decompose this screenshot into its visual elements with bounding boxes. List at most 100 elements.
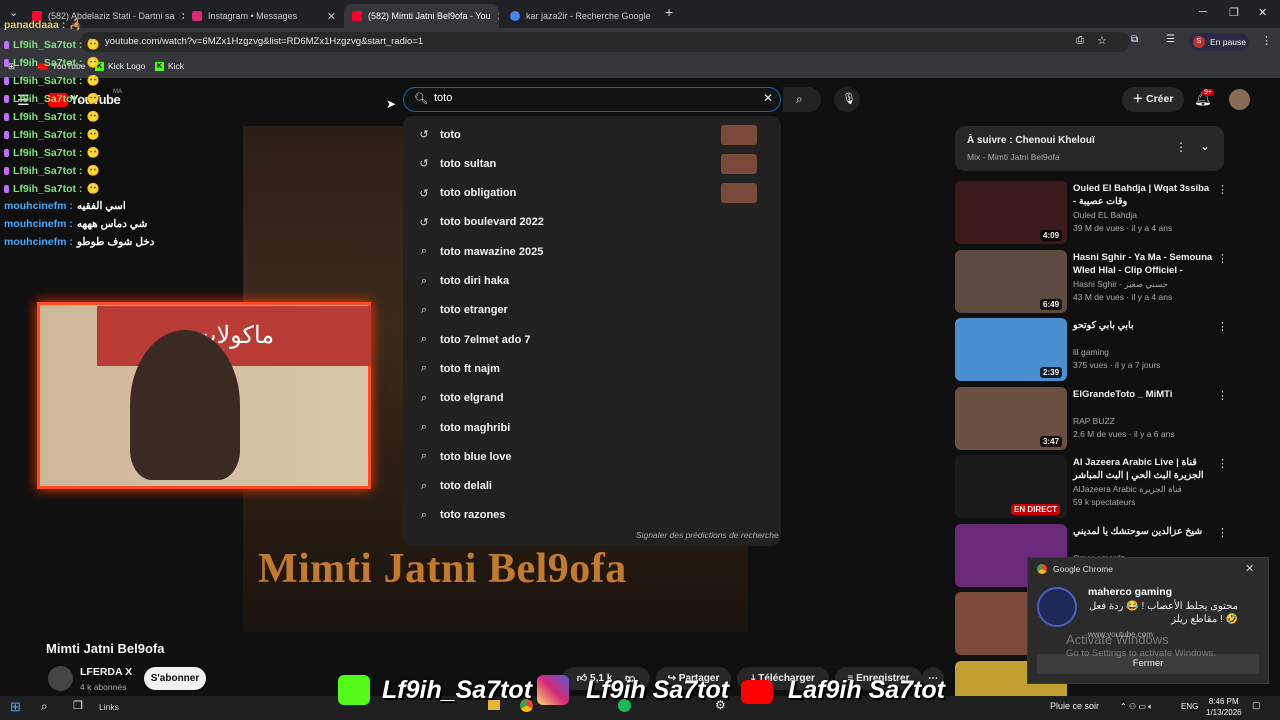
search-input[interactable]: [403, 87, 781, 112]
search-suggestion[interactable]: ⌕ toto blue love: [403, 442, 781, 471]
chat-username: mouhcinefm :: [4, 218, 73, 230]
video-title[interactable]: Ouled El Bahdja | Wqat 3ssiba - وقات عصي…: [1073, 182, 1213, 208]
related-video[interactable]: EN DIRECT Al Jazeera Arabic Live | قناة ا…: [955, 455, 1228, 519]
video-channel[interactable]: Ouled EL Bahdja: [1073, 210, 1137, 220]
related-video[interactable]: 6:49 Hasni Sghir - Ya Ma - Semouna Wled H…: [955, 249, 1228, 314]
video-channel[interactable]: lil gaming: [1073, 347, 1109, 357]
search-suggestion[interactable]: ↺ toto boulevard 2022: [403, 208, 781, 237]
taskbar-clock[interactable]: 8:46 PM 1/13/2026: [1206, 696, 1242, 718]
video-title[interactable]: Al Jazeera Arabic Live | قناة الجزيرة ال…: [1073, 456, 1213, 482]
minimize-icon[interactable]: ─: [1199, 6, 1207, 18]
chat-message: mouhcinefm : شي دماس هههه: [4, 218, 147, 230]
suggestion-text: toto obligation: [440, 187, 517, 200]
video-duration: 2:39: [1040, 367, 1063, 378]
close-tab-icon[interactable]: ✕: [327, 10, 336, 23]
more-options-icon[interactable]: ⋮: [1175, 140, 1187, 154]
search-suggestion[interactable]: ⌕ toto etranger: [403, 296, 781, 325]
close-window-icon[interactable]: ✕: [1258, 6, 1267, 19]
weather-widget[interactable]: Pluie ce soir: [1050, 701, 1099, 711]
up-next-panel[interactable]: À suivre : Chenoui Khelouï Mix - Mimti J…: [955, 126, 1224, 171]
youtube-logo-icon: [741, 680, 773, 704]
more-options-icon[interactable]: ⋮: [1217, 389, 1228, 402]
search-icon[interactable]: ⌕: [41, 699, 48, 714]
search-suggestion[interactable]: ⌕ toto diri haka: [403, 267, 781, 296]
search-suggestion[interactable]: ⌕ toto razones: [403, 501, 781, 530]
video-channel[interactable]: RAP BUZZ: [1073, 416, 1115, 426]
video-meta: 59 k spectateurs: [1073, 497, 1136, 507]
channel-name[interactable]: LFERDA X: [80, 666, 132, 678]
create-label: Créer: [1145, 93, 1174, 105]
notification-badge: 9+: [1202, 89, 1214, 96]
browser-tab-3[interactable]: (582) Mimti Jatni Bel9ofa - You ✕: [344, 4, 499, 28]
create-button[interactable]: ＋ Créer: [1122, 87, 1184, 112]
task-view-icon[interactable]: ❐: [73, 699, 83, 712]
search-suggestion[interactable]: ⌕ toto 7elmet ado 7: [403, 325, 781, 354]
input-language[interactable]: ENG: [1181, 702, 1198, 711]
microphone-icon: 🎙︎: [842, 93, 856, 105]
instagram-logo-icon: [537, 675, 569, 705]
search-suggestion[interactable]: ⌕ toto maghribi: [403, 413, 781, 442]
search-suggestion[interactable]: ↺ toto sultan: [403, 149, 781, 178]
instagram-username-banner: Lf9ih Sa7tot: [586, 676, 730, 704]
clear-search-icon[interactable]: ✕: [763, 91, 773, 105]
cast-icon[interactable]: ⎙: [1076, 35, 1084, 46]
more-options-icon[interactable]: ⋮: [1217, 526, 1228, 539]
video-meta: 375 vues · il y a 7 jours: [1073, 360, 1161, 370]
windows-start-icon[interactable]: ⊞: [10, 699, 21, 715]
close-icon[interactable]: ✕: [1245, 562, 1254, 575]
taskbar-links[interactable]: Links: [99, 702, 119, 712]
bookmark-star-icon[interactable]: ☆: [1097, 34, 1107, 47]
suggestion-text: toto blue love: [440, 450, 512, 463]
bookmark-kick-logo[interactable]: K Kick Logo: [95, 61, 145, 71]
browser-tab-2[interactable]: Instagram • Messages ✕: [184, 4, 344, 28]
kick-icon: K: [155, 61, 164, 71]
notification-center-icon[interactable]: ▢: [1252, 700, 1261, 711]
more-options-icon[interactable]: ⋮: [1217, 183, 1228, 196]
more-menu-icon[interactable]: ⋮: [1261, 34, 1272, 47]
chat-text: 😶: [86, 165, 100, 177]
report-predictions-link[interactable]: Signaler des prédictions de recherche: [636, 530, 779, 540]
video-channel[interactable]: Hasni Sghir - حسني صغير: [1073, 279, 1168, 290]
search-icon: ⌕: [420, 362, 428, 375]
search-suggestion[interactable]: ⌕ toto ft najm: [403, 354, 781, 383]
address-bar[interactable]: ⚙ youtube.com/watch?v=6MZx1Hzgzvg&list=R…: [80, 32, 1130, 52]
video-channel[interactable]: AlJazeera Arabic قناة الجزيرة: [1073, 484, 1182, 495]
video-art-text: Mimti Jatni Bel9ofa: [258, 546, 627, 592]
system-tray-icons[interactable]: ⌃ ⚇ ▭ 🔈︎: [1120, 702, 1153, 712]
suggestion-text: toto: [440, 128, 461, 141]
related-video[interactable]: 2:39 بابي بابي كوتحو lil gaming 375 vues · …: [955, 318, 1228, 382]
restore-icon[interactable]: ❐: [1229, 6, 1239, 19]
chevron-down-icon[interactable]: ⌄: [1200, 139, 1210, 153]
suggestion-text: toto sultan: [440, 157, 497, 170]
bookmark-kick[interactable]: K Kick: [155, 61, 184, 71]
search-suggestion[interactable]: ⌕ toto elgrand: [403, 384, 781, 413]
more-options-icon[interactable]: ⋮: [1217, 320, 1228, 333]
extensions-icon[interactable]: ⧉: [1131, 34, 1138, 45]
video-title[interactable]: Hasni Sghir - Ya Ma - Semouna Wled Hlal …: [1073, 251, 1213, 277]
subscribe-button[interactable]: S'abonner: [144, 667, 206, 690]
search-button[interactable]: ⌕: [783, 87, 821, 112]
search-suggestion[interactable]: ⌕ toto delali: [403, 472, 781, 501]
search-suggestion[interactable]: ↺ toto: [403, 120, 781, 149]
profile-button[interactable]: S En pause: [1189, 33, 1249, 51]
video-title[interactable]: شيخ عزالدين سوحتشك يا لمديني: [1073, 525, 1213, 538]
more-options-icon[interactable]: ⋮: [1217, 252, 1228, 265]
close-tab-icon[interactable]: ✕: [497, 10, 499, 23]
video-title[interactable]: بابي بابي كوتحو: [1073, 319, 1213, 332]
related-video[interactable]: 4:09 Ouled El Bahdja | Wqat 3ssiba - وقات…: [955, 181, 1228, 245]
account-avatar[interactable]: [1229, 89, 1250, 110]
notification-avatar: [1037, 587, 1077, 627]
more-options-icon[interactable]: ⋮: [1217, 457, 1228, 470]
search-suggestion[interactable]: ↺ toto obligation: [403, 179, 781, 208]
channel-avatar[interactable]: [48, 666, 73, 691]
chat-message: mouhcinefm : اسي الفقيه: [4, 200, 126, 212]
new-tab-icon[interactable]: +: [665, 4, 673, 20]
video-duration: 4:09: [1040, 230, 1063, 241]
related-video[interactable]: 3:47 ElGrandeToto _ MiMTi RAP BUZZ 2,6 M de…: [955, 386, 1228, 451]
browser-tab-4[interactable]: kar jaza2ir - Recherche Google ✕: [502, 4, 657, 28]
search-suggestion[interactable]: ⌕ toto mawazine 2025: [403, 237, 781, 266]
chat-message: Lf9ih_Sa7tot : 😶: [4, 146, 100, 159]
video-title[interactable]: ElGrandeToto _ MiMTi: [1073, 388, 1213, 401]
reading-list-icon[interactable]: ☰: [1166, 34, 1175, 45]
voice-search-button[interactable]: 🎙︎: [834, 87, 860, 112]
